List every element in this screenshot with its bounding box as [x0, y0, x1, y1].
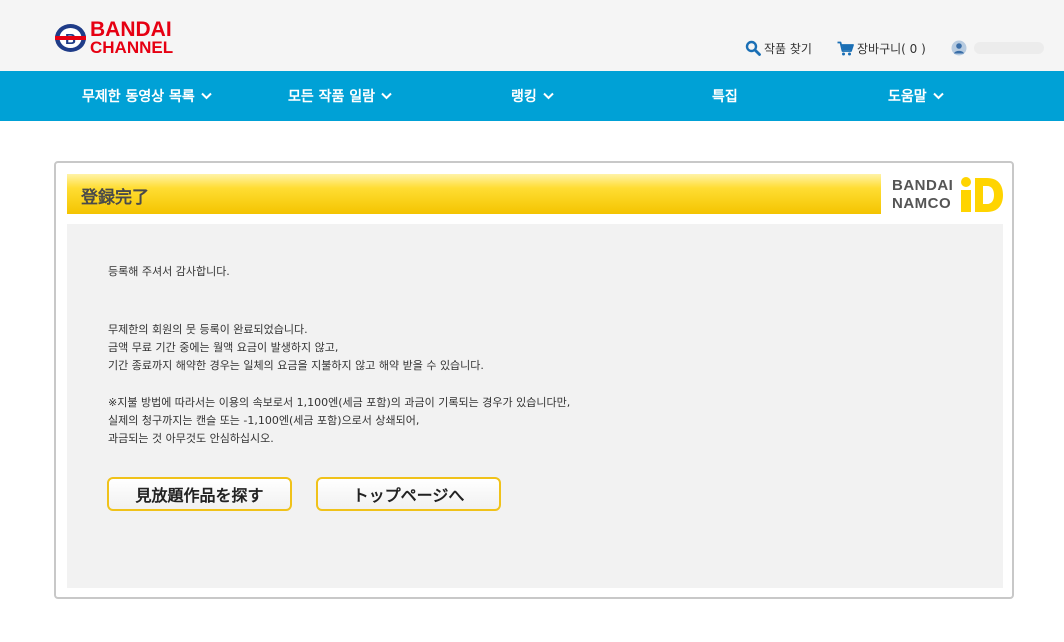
user-avatar-icon — [951, 40, 967, 56]
search-label: 작품 찾기 — [764, 41, 812, 56]
nav-label: 무제한 동영상 목록 — [82, 89, 195, 105]
message-line: 기간 종료까지 해약한 경우는 일체의 요금을 지불하지 않고 해약 받을 수 … — [108, 359, 484, 372]
search-unlimited-works-button[interactable]: 見放題作品を探す — [107, 477, 292, 511]
chevron-down-icon — [201, 92, 212, 100]
panel-title-bar: 登録完了 — [67, 174, 881, 214]
logo-globe-icon: B — [55, 24, 86, 52]
cart-icon — [837, 41, 854, 56]
nav-label: 특집 — [712, 89, 738, 105]
bandai-channel-logo[interactable]: B BANDAI CHANNEL — [54, 18, 174, 60]
registration-complete-panel: 登録完了 BANDAI NAMCO 등록해 주셔서 감사합니다. 무제한의 회원… — [54, 161, 1014, 599]
cart-link[interactable]: 장바구니( 0 ) — [837, 38, 926, 58]
nav-help[interactable]: 도움말 — [888, 71, 944, 121]
id-mark-icon — [961, 177, 1003, 212]
message-line: 과금되는 것 아무것도 안심하십시오. — [108, 432, 274, 445]
message-line: ※지불 방법에 따라서는 이용의 속보로서 1,100엔(세금 포함)의 과금이… — [108, 396, 571, 409]
logo-text-bandai: BANDAI — [90, 18, 172, 41]
cart-label: 장바구니( 0 ) — [857, 41, 926, 56]
chevron-down-icon — [381, 92, 392, 100]
nav-all-works[interactable]: 모든 작품 일람 — [288, 71, 392, 121]
user-menu[interactable] — [951, 38, 1044, 58]
site-header: B BANDAI CHANNEL 작품 찾기 장바구니( 0 ) — [0, 0, 1064, 71]
nav-label: 모든 작품 일람 — [288, 89, 376, 105]
page-title: 登録完了 — [81, 188, 149, 208]
message-line: 실제의 청구까지는 캔슬 또는 -1,100엔(세금 포함)으로서 상쇄되어, — [108, 414, 420, 427]
main-navigation: 무제한 동영상 목록 모든 작품 일람 랭킹 특집 도움말 — [0, 71, 1064, 121]
message-line: 무제한의 회원의 뭇 등록이 완료되었습니다. — [108, 323, 308, 336]
nav-unlimited-videos[interactable]: 무제한 동영상 목록 — [82, 71, 212, 121]
logo-text-channel: CHANNEL — [90, 38, 174, 57]
blurred-username — [974, 42, 1044, 54]
search-link[interactable]: 작품 찾기 — [745, 38, 812, 58]
brand-line-2: NAMCO — [892, 195, 952, 212]
thanks-message: 등록해 주셔서 감사합니다. — [108, 265, 230, 278]
bandai-namco-id-logo: BANDAI NAMCO — [883, 168, 1005, 218]
nav-label: 도움말 — [888, 89, 927, 105]
nav-ranking[interactable]: 랭킹 — [511, 71, 554, 121]
nav-features[interactable]: 특집 — [712, 71, 738, 121]
brand-line-1: BANDAI — [892, 177, 954, 194]
chevron-down-icon — [932, 92, 944, 100]
search-icon — [745, 40, 761, 56]
panel-content: 등록해 주셔서 감사합니다. 무제한의 회원의 뭇 등록이 완료되었습니다. 금… — [67, 224, 1003, 588]
top-page-button[interactable]: トップページへ — [316, 477, 501, 511]
message-line: 금액 무료 기간 중에는 월액 요금이 발생하지 않고, — [108, 341, 339, 354]
chevron-down-icon — [543, 92, 554, 100]
nav-label: 랭킹 — [511, 89, 537, 105]
